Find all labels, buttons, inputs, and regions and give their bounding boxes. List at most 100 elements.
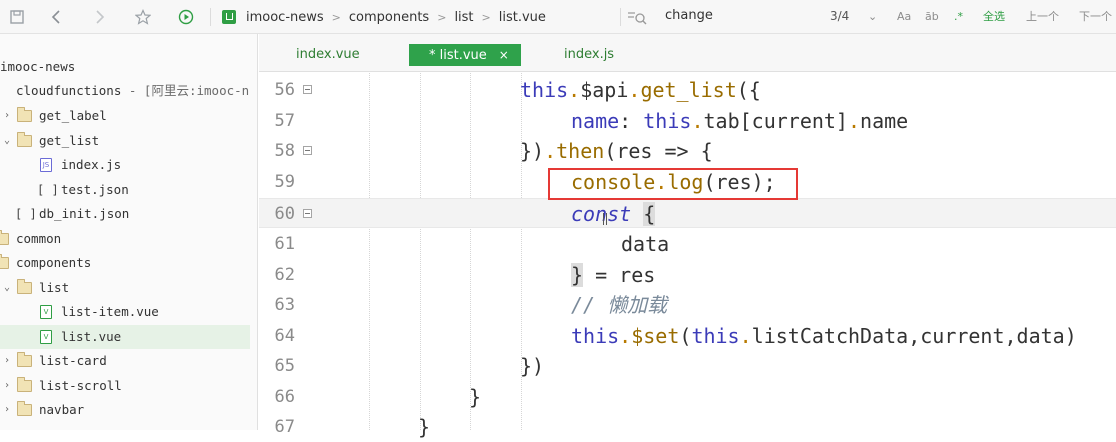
tab-label: * list.vue — [429, 48, 487, 63]
fold-toggle-icon[interactable] — [303, 209, 312, 218]
punct-token: }) — [520, 139, 545, 163]
folder-icon — [17, 352, 32, 367]
code-line: 63 // 懒加载 — [259, 290, 1116, 320]
find-replace-icon[interactable] — [626, 8, 648, 26]
code-text: } = res — [571, 260, 655, 290]
code-text: }) — [520, 351, 544, 381]
regex-button[interactable]: .* — [954, 8, 963, 26]
keyword-token: this — [691, 324, 740, 348]
tree-item-label: common — [16, 231, 62, 246]
punct-token: } — [418, 415, 431, 439]
function-token: then — [556, 139, 605, 163]
json-file-icon: [ ] — [37, 183, 59, 197]
star-icon[interactable] — [132, 6, 154, 28]
line-number: 59 — [274, 172, 295, 192]
tree-item-label: list — [39, 280, 70, 295]
line-number: 62 — [274, 265, 295, 285]
folder-icon — [0, 230, 9, 245]
toolbar: imooc-news > components > list > list.vu… — [0, 0, 1116, 34]
code-text: this.$api.get_list({ — [520, 75, 761, 105]
tree-item-cloudfunctions[interactable]: cloudfunctions - [阿里云:imooc-n — [0, 79, 250, 103]
tree-item-label: navbar — [39, 402, 85, 417]
line-number: 58 — [274, 141, 295, 161]
find-input[interactable]: change — [665, 8, 713, 23]
folder-open-icon — [17, 132, 32, 147]
breadcrumb-item[interactable]: list — [454, 10, 473, 25]
line-number: 60 — [274, 204, 295, 224]
line-number: 56 — [274, 80, 295, 100]
chevron-right-icon[interactable]: › — [2, 398, 12, 422]
tree-item-test-json[interactable]: [ ] test.json — [0, 178, 250, 202]
tree-item-components[interactable]: components — [0, 251, 250, 275]
tree-item-index-js[interactable]: JS index.js — [0, 153, 250, 177]
tree-item-list-vue[interactable]: V list.vue — [0, 325, 250, 349]
punct-token: . — [568, 78, 581, 102]
chevron-down-icon[interactable]: ⌄ — [868, 8, 877, 26]
chevron-right-icon[interactable]: › — [2, 104, 12, 128]
chevron-right-icon: > — [437, 10, 447, 24]
chevron-right-icon[interactable]: › — [2, 349, 12, 373]
tree-item-common[interactable]: common — [0, 227, 250, 251]
tree-item-label: list.vue — [61, 329, 122, 344]
code-text: }).then(res => { — [520, 136, 713, 166]
tree-item-navbar[interactable]: › navbar — [0, 398, 250, 422]
save-icon[interactable] — [6, 6, 28, 28]
tree-item-db-init-json[interactable]: [ ] db_init.json — [0, 202, 250, 226]
fold-toggle-icon[interactable] — [303, 146, 312, 155]
matched-brace: } — [571, 263, 584, 287]
fold-toggle-icon[interactable] — [303, 85, 312, 94]
match-case-button[interactable]: Aa — [897, 8, 911, 26]
run-icon[interactable] — [175, 6, 197, 28]
tree-item-label: index.js — [61, 157, 122, 172]
chevron-down-icon[interactable]: ⌄ — [2, 276, 12, 300]
forward-arrow-icon[interactable] — [88, 6, 110, 28]
js-file-icon: JS — [40, 158, 52, 172]
code-line: 57 name: this.tab[current].name — [259, 106, 1116, 136]
select-all-button[interactable]: 全选 — [983, 8, 1005, 26]
tree-item-label: components — [16, 255, 92, 270]
line-number: 63 — [274, 295, 295, 315]
tree-item-get-label[interactable]: › get_label — [0, 104, 250, 128]
project-explorer: imooc-news cloudfunctions - [阿里云:imooc-n… — [0, 34, 258, 430]
identifier-token: tab[current] — [703, 109, 848, 133]
tree-item-label: test.json — [61, 182, 129, 197]
tab-list-vue[interactable]: * list.vue × — [409, 44, 521, 66]
chevron-right-icon: > — [331, 10, 341, 24]
tree-item-imooc-news[interactable]: imooc-news — [0, 55, 250, 79]
find-previous-button[interactable]: 上一个 — [1026, 8, 1059, 26]
punct-token: ({ — [736, 78, 761, 102]
tree-item-list-card[interactable]: › list-card — [0, 349, 250, 373]
punct-token: . — [847, 109, 861, 133]
code-editor[interactable]: 56 this.$api.get_list({ 57 name: this.ta… — [259, 73, 1116, 439]
keyword-token: this — [520, 78, 569, 102]
breadcrumb-item[interactable]: list.vue — [499, 10, 546, 25]
code-line: 62 } = res — [259, 260, 1116, 290]
chevron-right-icon[interactable]: › — [2, 374, 12, 398]
folder-icon — [17, 107, 32, 122]
tree-item-label: list-scroll — [39, 378, 122, 393]
keyword-token: this — [643, 109, 692, 133]
breadcrumb-item[interactable]: imooc-news — [246, 10, 324, 25]
punct-token: . — [691, 109, 704, 133]
breadcrumb-item[interactable]: components — [349, 10, 429, 25]
identifier-token: listCatchData,current,data) — [751, 324, 1077, 348]
code-text: name: this.tab[current].name — [571, 106, 908, 136]
whole-word-button[interactable]: āb — [925, 8, 939, 26]
punct-token: . — [544, 139, 557, 163]
tree-item-list[interactable]: ⌄ list — [0, 276, 250, 300]
tree-item-label: list-card — [39, 353, 107, 368]
punct-token: . — [628, 78, 641, 102]
punct-token: : — [619, 109, 644, 133]
back-arrow-icon[interactable] — [46, 6, 68, 28]
tab-index-vue[interactable]: index.vue — [296, 45, 360, 65]
tab-index-js[interactable]: index.js — [564, 45, 614, 65]
tree-item-get-list[interactable]: ⌄ get_list — [0, 129, 250, 153]
find-next-button[interactable]: 下一个 — [1079, 8, 1112, 26]
folder-open-icon — [0, 254, 9, 269]
close-icon[interactable]: × — [499, 48, 509, 62]
tree-item-list-scroll[interactable]: › list-scroll — [0, 374, 250, 398]
code-line: 67 } — [259, 412, 1116, 442]
tree-item-list-item-vue[interactable]: V list-item.vue — [0, 300, 250, 324]
chevron-down-icon[interactable]: ⌄ — [2, 129, 12, 153]
text-cursor-icon — [603, 213, 607, 225]
